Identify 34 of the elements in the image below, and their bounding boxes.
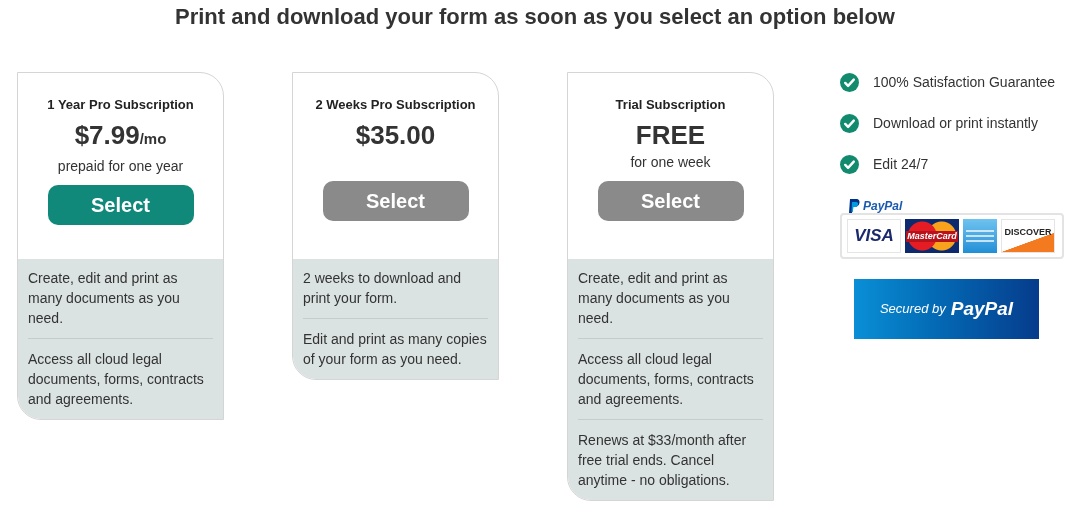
- feature-text: Renews at $33/month after free trial ends. Cancel anytime - no obligations.: [578, 419, 763, 490]
- page-heading: Print and download your form as soon as you select an option below: [174, 3, 896, 31]
- select-button[interactable]: Select: [597, 181, 744, 221]
- plan-title: 1 Year Pro Subscription: [47, 97, 194, 113]
- plan-title: 2 Weeks Pro Subscription: [315, 97, 476, 113]
- feature-text: Access all cloud legal documents, forms, contracts and agreements.: [578, 338, 763, 409]
- paypal-wordmark: PayPal: [863, 199, 903, 213]
- secured-by-text: Secured by: [879, 300, 946, 319]
- check-icon: [840, 73, 859, 92]
- plan-price: $35.00: [355, 119, 436, 151]
- plan-price: FREE: [635, 119, 706, 151]
- paypal-logo-icon: [848, 198, 860, 214]
- select-button[interactable]: Select: [47, 185, 194, 225]
- feature-text: Edit and print as many copies of your form as you need.: [303, 318, 488, 369]
- feature-text: Access all cloud legal documents, forms, contracts and agreements.: [28, 338, 213, 409]
- amex-card-logo: [963, 219, 997, 253]
- mastercard-wordmark: MasterCard: [906, 230, 958, 242]
- feature-text: 2 weeks to download and print your form.: [303, 269, 462, 308]
- plan-price: $7.99: [74, 119, 140, 151]
- check-icon: [840, 114, 859, 133]
- plan-note: prepaid for one year: [57, 157, 184, 176]
- benefit-text: Download or print instantly: [873, 114, 1038, 133]
- feature-text: Create, edit and print as many documents as you need.: [28, 269, 181, 328]
- price-unit: /mo: [139, 130, 167, 149]
- select-button[interactable]: Select: [322, 181, 469, 221]
- plan-title: Trial Subscription: [615, 97, 726, 113]
- benefit-text: Edit 24/7: [873, 155, 929, 174]
- plan-note: for one week: [630, 153, 711, 172]
- check-icon: [840, 155, 859, 174]
- paypal-wordmark: PayPal: [950, 296, 1014, 321]
- feature-text: Create, edit and print as many documents as you need.: [578, 269, 731, 328]
- discover-card-logo: DISCOVER: [1001, 219, 1055, 253]
- benefit-text: 100% Satisfaction Guarantee: [873, 73, 1056, 92]
- visa-card-logo: VISA: [847, 219, 901, 253]
